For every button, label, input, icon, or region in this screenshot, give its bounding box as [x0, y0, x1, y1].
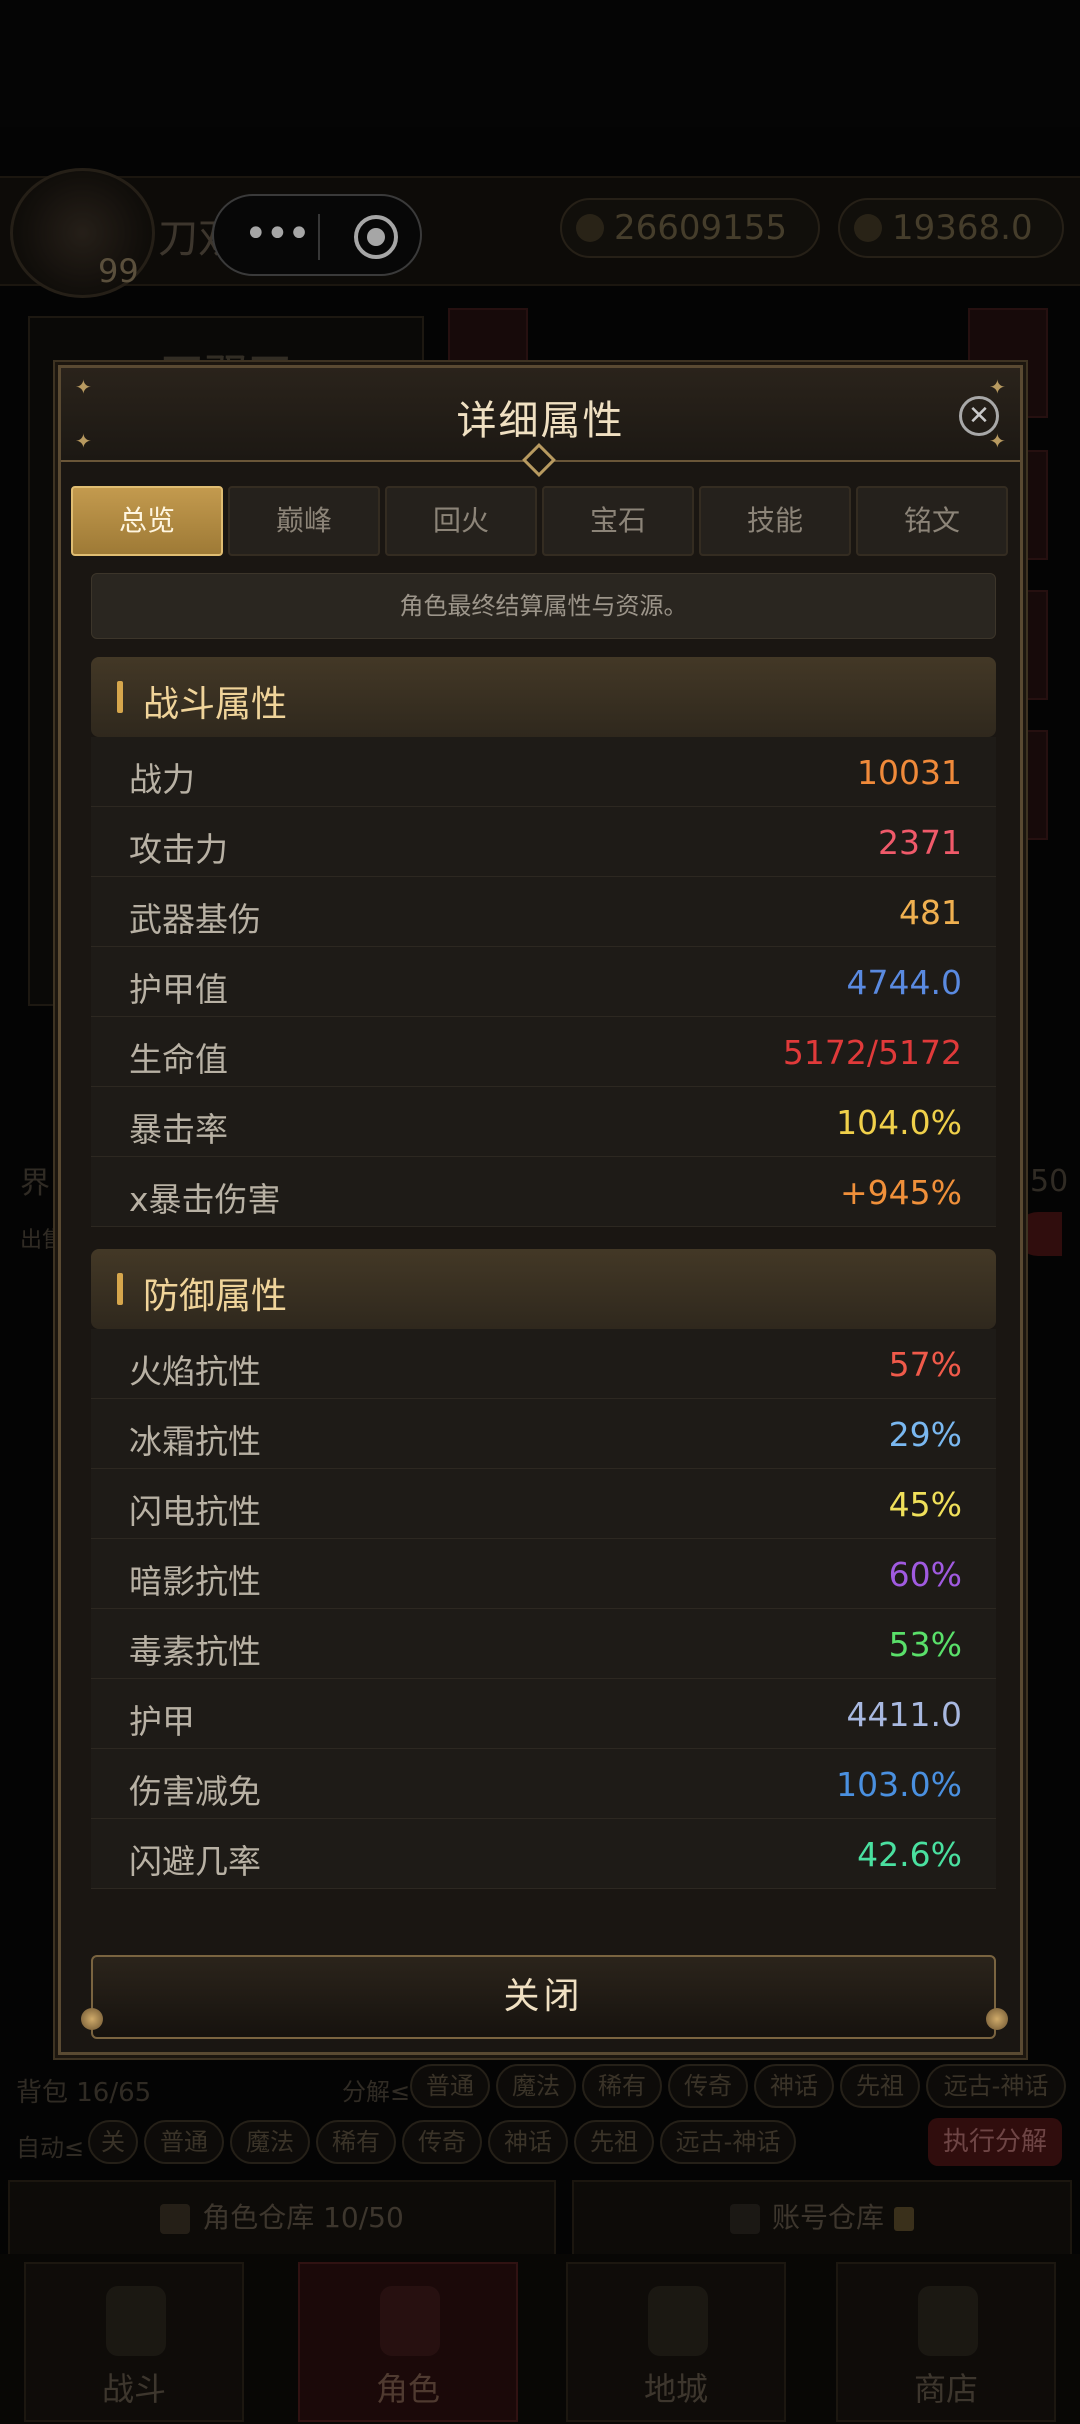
attribute-row: 武器基伤 481 [91, 877, 996, 947]
attribute-row: 毒素抗性 53% [91, 1609, 996, 1679]
ornament-icon [81, 2008, 103, 2030]
attribute-label: 伤害减免 [129, 1772, 261, 1811]
dialog-title: 详细属性 [456, 398, 625, 444]
attribute-label: x暴击伤害 [129, 1180, 281, 1219]
close-icon[interactable]: ✕ [959, 396, 999, 436]
attribute-row: 冰霜抗性 29% [91, 1399, 996, 1469]
attribute-row: 护甲 4411.0 [91, 1679, 996, 1749]
attribute-label: 武器基伤 [129, 900, 261, 939]
tab-4[interactable]: 技能 [699, 486, 851, 556]
attribute-value: 53% [888, 1625, 962, 1664]
screen: 99 刀双刀 ••• 26609155 19368.0 刀双刀 界 出售 50 … [0, 0, 1080, 2424]
attribute-value: 29% [888, 1415, 962, 1454]
tab-0[interactable]: 总览 [71, 486, 223, 556]
attribute-value: 103.0% [836, 1765, 962, 1804]
attribute-label: 毒素抗性 [129, 1632, 261, 1671]
attribute-value: 57% [888, 1345, 962, 1384]
tab-1[interactable]: 巅峰 [228, 486, 380, 556]
tab-5[interactable]: 铭文 [856, 486, 1008, 556]
section-title: 战斗属性 [143, 684, 288, 725]
section-marker [117, 1273, 123, 1305]
attribute-label: 暗影抗性 [129, 1562, 261, 1601]
attribute-row: 攻击力 2371 [91, 807, 996, 877]
attribute-label: 护甲值 [129, 970, 228, 1009]
header-ornament-icon [522, 443, 556, 477]
attribute-row: 暗影抗性 60% [91, 1539, 996, 1609]
attribute-value: 42.6% [857, 1835, 962, 1874]
attribute-value: +945% [840, 1173, 962, 1212]
close-button[interactable]: 关闭 [91, 1955, 996, 2039]
attribute-label: 战力 [129, 760, 195, 799]
attribute-label: 护甲 [129, 1702, 195, 1741]
attribute-row: x暴击伤害 +945% [91, 1157, 996, 1227]
detail-attributes-dialog: ✦ ✦ ✦ ✦ 详细属性 ✕ 总览 巅峰 回火 宝石 技能 铭文 角色最终结算属性与资源。… [58, 365, 1023, 2055]
attribute-row: 生命值 5172/5172 [91, 1017, 996, 1087]
attribute-value: 60% [888, 1555, 962, 1594]
attribute-label: 火焰抗性 [129, 1352, 261, 1391]
description-banner: 角色最终结算属性与资源。 [91, 573, 996, 639]
attribute-row: 暴击率 104.0% [91, 1087, 996, 1157]
tab-2[interactable]: 回火 [385, 486, 537, 556]
section-header: 战斗属性 [91, 657, 996, 737]
attribute-row: 伤害减免 103.0% [91, 1749, 996, 1819]
attribute-list[interactable]: 角色最终结算属性与资源。 战斗属性战力 10031 攻击力 2371 武器基伤 481 护甲… [91, 573, 996, 1933]
attribute-value: 2371 [878, 823, 962, 862]
attribute-label: 暴击率 [129, 1110, 228, 1149]
attribute-label: 闪避几率 [129, 1842, 261, 1881]
attribute-row: 闪电抗性 45% [91, 1469, 996, 1539]
attribute-row: 战力 10031 [91, 737, 996, 807]
attribute-tabs: 总览 巅峰 回火 宝石 技能 铭文 [71, 486, 1016, 558]
section-title: 防御属性 [143, 1276, 288, 1317]
attribute-value: 10031 [857, 753, 962, 792]
attribute-value: 4744.0 [846, 963, 962, 1002]
dialog-header: ✦ ✦ ✦ ✦ 详细属性 ✕ [61, 368, 1020, 477]
tab-3[interactable]: 宝石 [542, 486, 694, 556]
attribute-label: 闪电抗性 [129, 1492, 261, 1531]
attribute-value: 45% [888, 1485, 962, 1524]
attribute-value: 5172/5172 [782, 1033, 962, 1072]
attribute-label: 生命值 [129, 1040, 228, 1079]
attribute-value: 104.0% [836, 1103, 962, 1142]
attribute-label: 冰霜抗性 [129, 1422, 261, 1461]
attribute-row: 闪避几率 42.6% [91, 1819, 996, 1889]
attribute-value: 481 [899, 893, 962, 932]
attribute-row: 护甲值 4744.0 [91, 947, 996, 1017]
ornament-icon [986, 2008, 1008, 2030]
attribute-value: 4411.0 [846, 1695, 962, 1734]
section-marker [117, 681, 123, 713]
attribute-label: 攻击力 [129, 830, 228, 869]
attribute-row: 火焰抗性 57% [91, 1329, 996, 1399]
section-header: 防御属性 [91, 1249, 996, 1329]
